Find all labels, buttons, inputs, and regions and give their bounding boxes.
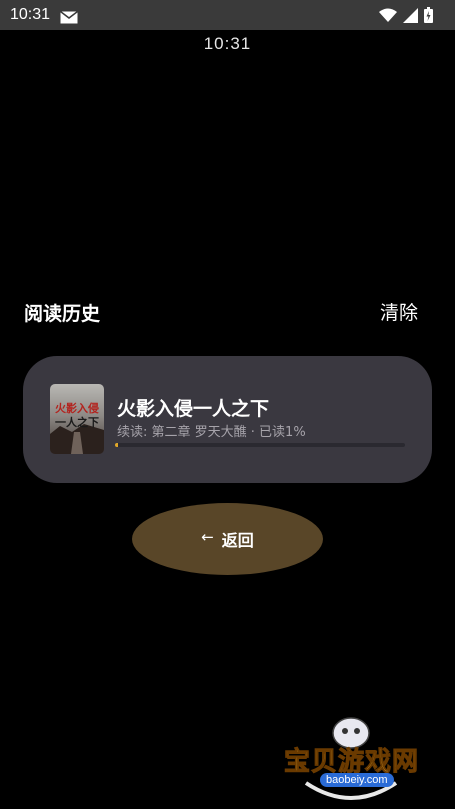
battery-icon bbox=[424, 7, 433, 27]
status-bar: 10:31 bbox=[0, 0, 455, 30]
status-icons bbox=[379, 7, 433, 27]
watermark-domain: baobeiy.com bbox=[320, 773, 394, 787]
clock: 10:31 bbox=[203, 34, 252, 53]
back-button[interactable]: ← 返回 bbox=[132, 503, 323, 575]
cover-title-line1: 火影入侵 bbox=[55, 401, 99, 415]
book-cover: 火影入侵 一人之下 bbox=[50, 384, 104, 454]
book-progress-text: 续读: 第二章 罗天大醮 · 已读1% bbox=[117, 425, 306, 440]
cover-title-line2: 一人之下 bbox=[55, 415, 99, 429]
status-time: 10:31 bbox=[10, 6, 51, 23]
history-title: 阅读历史 bbox=[24, 303, 101, 325]
progress-bar bbox=[115, 443, 405, 447]
signal-icon bbox=[403, 7, 418, 27]
book-card[interactable]: 火影入侵 一人之下 火影入侵一人之下 续读: 第二章 罗天大醮 · 已读1% bbox=[23, 356, 432, 483]
watermark-logo: 宝贝游戏网 baobeiy.com bbox=[276, 713, 426, 805]
back-button-label: 返回 bbox=[221, 531, 254, 550]
wifi-icon bbox=[379, 8, 397, 27]
book-title: 火影入侵一人之下 bbox=[117, 398, 270, 420]
mail-icon bbox=[60, 9, 79, 24]
clear-button[interactable]: 清除 bbox=[380, 298, 418, 325]
arrow-left-icon: ← bbox=[201, 527, 214, 546]
progress-fill bbox=[115, 443, 118, 447]
